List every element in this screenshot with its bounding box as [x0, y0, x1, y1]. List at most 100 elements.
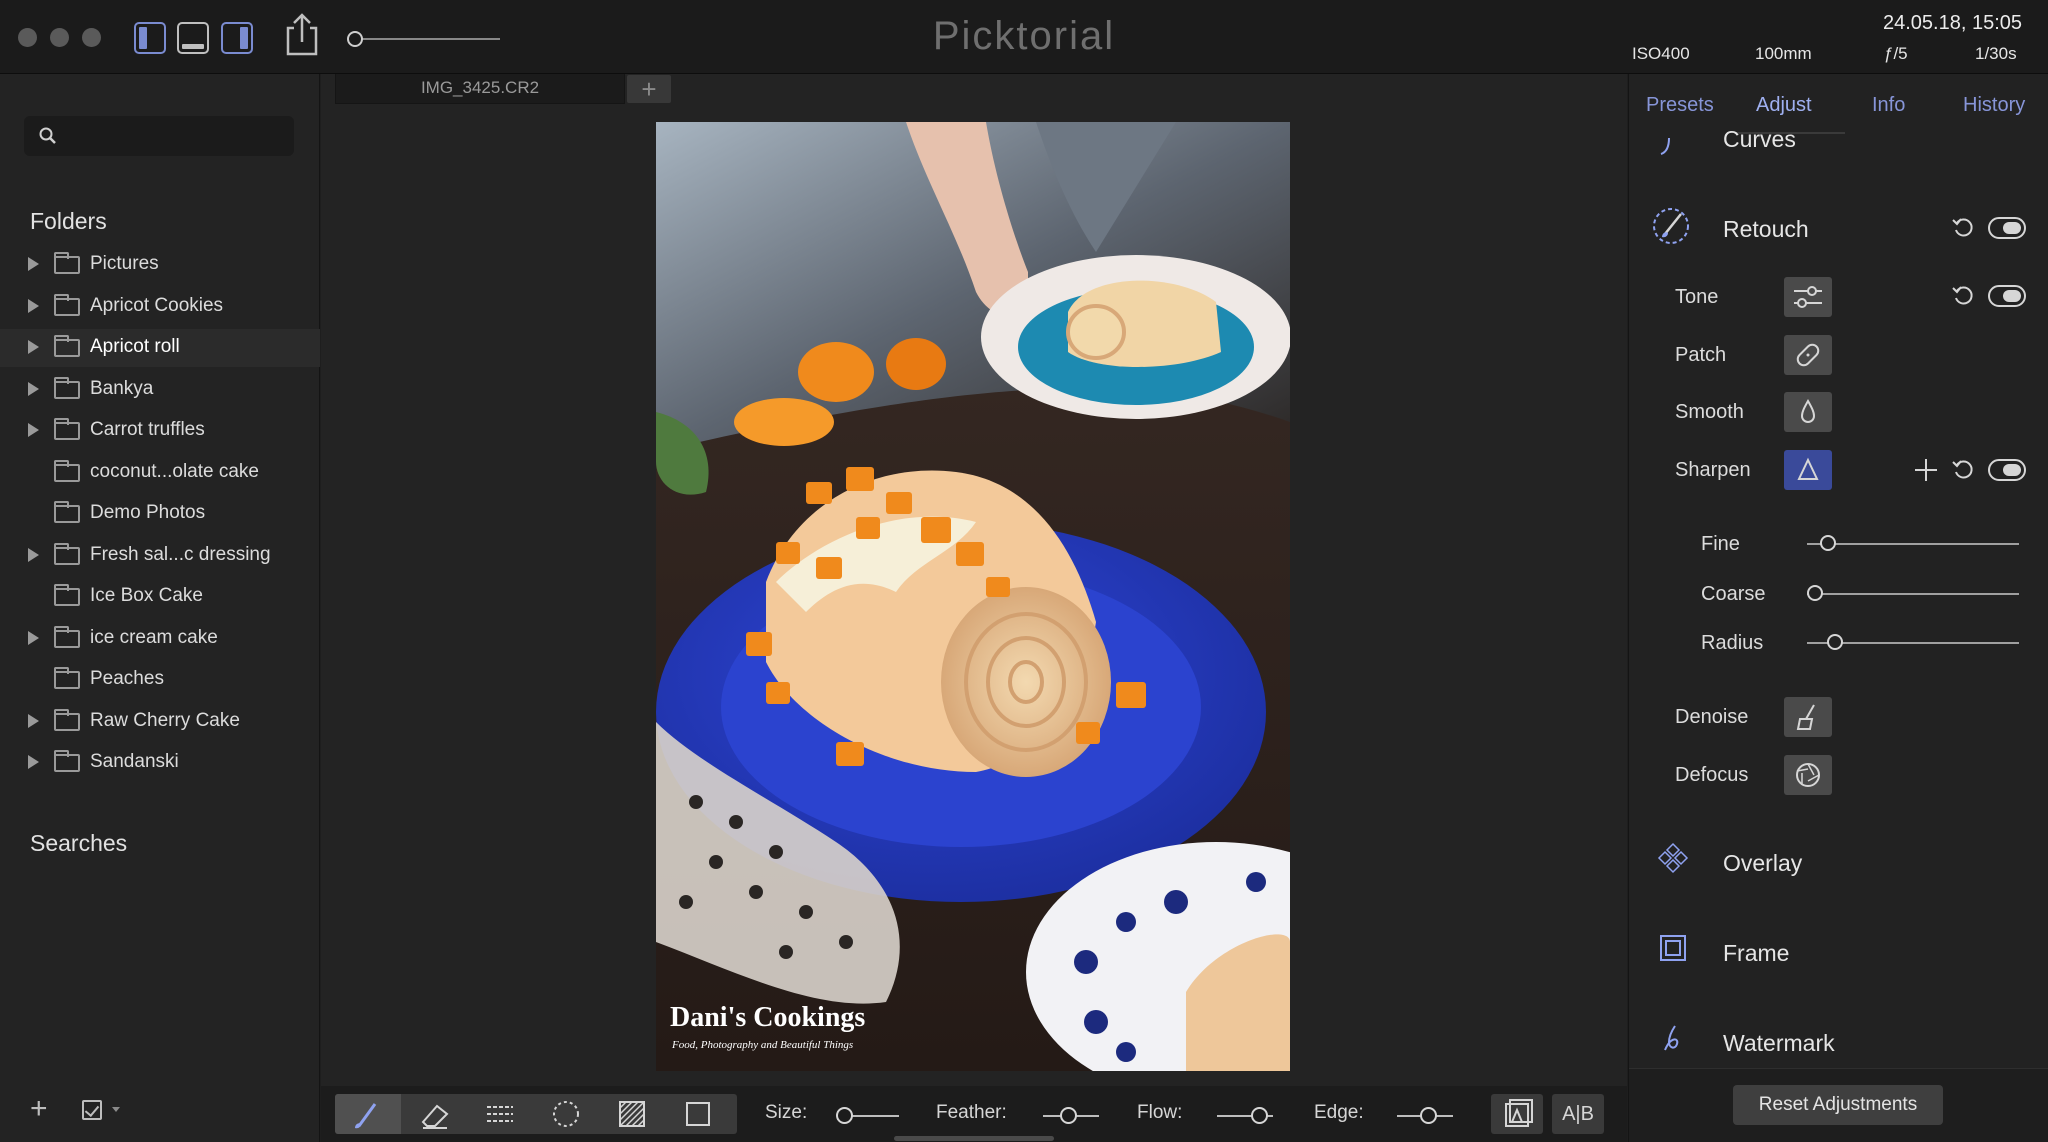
brush-tool-button[interactable] [335, 1094, 401, 1134]
folder-label: Sandanski [90, 751, 179, 772]
sharpen-reset-icon[interactable] [1951, 458, 1975, 482]
disclosure-triangle-icon[interactable] [28, 755, 39, 769]
tab-open-image[interactable]: IMG_3425.CR2 [335, 74, 625, 104]
gradient-lines-icon [487, 1106, 513, 1122]
tab-info[interactable]: Info [1872, 94, 1905, 117]
folder-item[interactable]: Bankya [0, 371, 320, 409]
gradient-tool-button[interactable] [467, 1094, 533, 1134]
folder-item[interactable]: Sandanski [0, 744, 320, 782]
tab-presets[interactable]: Presets [1646, 94, 1714, 117]
horizontal-scrollbar[interactable] [894, 1136, 1054, 1141]
tone-tool-button[interactable] [1784, 277, 1832, 317]
folder-item[interactable]: Fresh sal...c dressing [0, 537, 320, 575]
mask-icon [1505, 1099, 1533, 1127]
folder-icon [54, 293, 80, 316]
fine-slider-track[interactable] [1807, 543, 2019, 545]
folder-item[interactable]: Peaches [0, 661, 320, 699]
broom-icon [1796, 704, 1815, 730]
aperture-icon [1796, 763, 1820, 787]
folder-icon [54, 667, 80, 689]
add-folder-button[interactable]: + [30, 1094, 48, 1124]
library-sidebar: Folders Pictures Apricot Cookies Apricot r… [0, 74, 320, 1142]
folder-item[interactable]: Ice Box Cake [0, 578, 320, 616]
brush-icon [355, 1103, 377, 1129]
coarse-slider-knob[interactable] [1807, 585, 1824, 601]
folder-icon [54, 542, 80, 565]
folder-icon [54, 625, 80, 648]
folder-icon [54, 459, 80, 482]
folder-item[interactable]: ice cream cake [0, 620, 320, 658]
folder-item[interactable]: Apricot Cookies [0, 288, 320, 326]
folder-item[interactable]: Raw Cherry Cake [0, 703, 320, 741]
folder-icon [54, 501, 80, 523]
disclosure-triangle-icon[interactable] [28, 713, 39, 728]
sharpen-tool-button[interactable] [1784, 450, 1832, 490]
retouch-tool-group [335, 1094, 737, 1134]
frame-section-header[interactable]: Frame [1723, 940, 1789, 967]
sharpen-add-icon[interactable] [1915, 459, 1937, 481]
folder-label: Demo Photos [90, 502, 206, 523]
disclosure-triangle-icon[interactable] [28, 547, 39, 562]
disclosure-triangle-icon[interactable] [28, 298, 39, 313]
clear-mask-tool-button[interactable] [665, 1094, 731, 1134]
folder-item[interactable]: coconut...olate cake [0, 454, 320, 492]
disclosure-triangle-icon[interactable] [28, 423, 39, 437]
smooth-label: Smooth [1675, 401, 1744, 423]
curves-section-header[interactable]: Curves [1723, 126, 1796, 153]
size-slider-knob[interactable] [836, 1107, 853, 1124]
edge-slider-knob[interactable] [1420, 1107, 1437, 1124]
bandage-icon [1796, 343, 1820, 367]
sliders-icon [1794, 286, 1822, 308]
folder-item[interactable]: Carrot truffles [0, 412, 320, 450]
retouch-reset-icon[interactable] [1951, 216, 1975, 240]
coarse-slider-track[interactable] [1807, 593, 2019, 595]
folder-item[interactable]: Demo Photos [0, 495, 320, 533]
select-checkbox-icon[interactable] [82, 1100, 102, 1120]
tab-history[interactable]: History [1963, 94, 2025, 117]
defocus-tool-button[interactable] [1784, 755, 1832, 795]
fine-slider-knob[interactable] [1820, 535, 1837, 551]
sharpen-enable-toggle[interactable] [1988, 459, 2026, 481]
radial-tool-button[interactable] [533, 1094, 599, 1134]
disclosure-triangle-icon[interactable] [28, 630, 39, 645]
image-canvas-area: IMG_3425.CR2 + Dani's Cookings Food, Pho… [321, 74, 1627, 1142]
search-box[interactable] [24, 116, 294, 156]
add-tab-button[interactable]: + [627, 75, 671, 103]
tab-adjust[interactable]: Adjust [1756, 94, 1812, 117]
tone-reset-icon[interactable] [1951, 284, 1975, 308]
flow-slider-knob[interactable] [1251, 1107, 1268, 1124]
watermark-section-header[interactable]: Watermark [1723, 1030, 1835, 1057]
retouch-section-header[interactable]: Retouch [1723, 216, 1809, 243]
folder-icon [54, 418, 80, 440]
feather-slider-knob[interactable] [1060, 1107, 1077, 1124]
smooth-tool-button[interactable] [1784, 392, 1832, 432]
radial-selection-icon [553, 1101, 579, 1127]
folder-item[interactable]: Apricot roll [0, 329, 320, 367]
overlay-section-header[interactable]: Overlay [1723, 850, 1802, 877]
watermark-title: Dani's Cookings [670, 1002, 865, 1033]
tone-enable-toggle[interactable] [1988, 285, 2026, 307]
fill-tool-button[interactable] [599, 1094, 665, 1134]
exif-aperture: ƒ/5 [1884, 44, 1908, 63]
edge-label: Edge: [1314, 1102, 1364, 1123]
eraser-icon [421, 1104, 449, 1129]
retouch-enable-toggle[interactable] [1988, 217, 2026, 239]
eraser-tool-button[interactable] [401, 1094, 467, 1134]
patch-tool-button[interactable] [1784, 335, 1832, 375]
folder-item[interactable]: Pictures [0, 246, 320, 284]
denoise-tool-button[interactable] [1784, 697, 1832, 737]
folder-icon [54, 376, 80, 399]
radius-slider-knob[interactable] [1826, 634, 1843, 650]
folder-icon [54, 335, 80, 357]
disclosure-triangle-icon[interactable] [28, 340, 39, 354]
before-after-button[interactable]: A|B [1552, 1094, 1604, 1134]
disclosure-triangle-icon[interactable] [28, 381, 39, 396]
search-input[interactable] [64, 121, 284, 151]
chevron-down-icon[interactable] [112, 1107, 120, 1112]
photo-preview[interactable]: Dani's Cookings Food, Photography and Be… [656, 122, 1290, 1071]
reset-adjustments-button[interactable]: Reset Adjustments [1733, 1085, 1943, 1125]
frame-icon [1660, 935, 1686, 961]
show-mask-button[interactable] [1491, 1094, 1543, 1134]
adjustments-footer: Reset Adjustments [1629, 1068, 2048, 1142]
disclosure-triangle-icon[interactable] [28, 257, 39, 271]
